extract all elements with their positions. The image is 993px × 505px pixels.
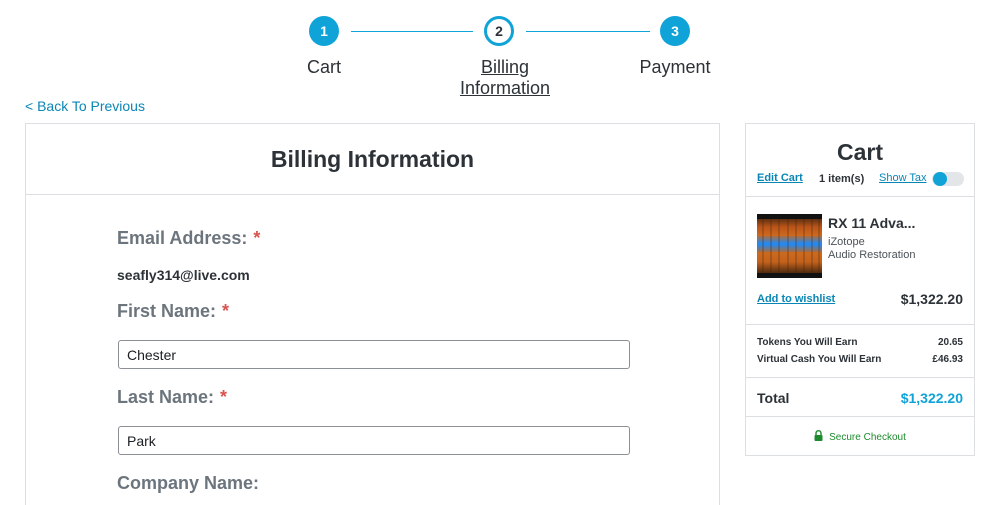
last-name-label: Last Name: * xyxy=(117,387,227,408)
company-name-label: Company Name: xyxy=(117,473,260,493)
spectrogram-image-icon xyxy=(757,214,822,278)
last-name-label-text: Last Name: xyxy=(117,387,215,407)
billing-title: Billing Information xyxy=(270,145,475,172)
item-count: 1 item(s) xyxy=(819,173,865,185)
product-price: $1,322.20 xyxy=(900,291,963,307)
email-label: Email Address: * xyxy=(117,228,260,249)
lock-icon xyxy=(814,430,823,441)
product-category: Audio Restoration xyxy=(828,249,916,261)
virtual-cash-value: £46.93 xyxy=(932,354,963,365)
email-required-mark: * xyxy=(253,228,261,248)
step-1-circle[interactable]: 1 xyxy=(309,16,339,46)
show-tax-toggle[interactable] xyxy=(932,172,964,186)
email-label-text: Email Address: xyxy=(117,228,248,248)
secure-checkout-text: Secure Checkout xyxy=(829,432,906,443)
cart-divider xyxy=(746,377,974,378)
first-name-required-mark: * xyxy=(222,301,230,321)
product-brand: iZotope xyxy=(828,236,865,248)
step-connector-1 xyxy=(351,31,473,32)
step-2-label-line1: Billing xyxy=(480,57,530,77)
add-to-wishlist-link[interactable]: Add to wishlist xyxy=(757,293,835,305)
last-name-required-mark: * xyxy=(220,387,228,407)
secure-checkout: Secure Checkout xyxy=(746,430,974,443)
first-name-input[interactable] xyxy=(118,340,630,369)
edit-cart-link[interactable]: Edit Cart xyxy=(757,172,803,184)
step-3-label: Payment xyxy=(639,57,711,77)
tokens-value: 20.65 xyxy=(937,337,963,348)
cart-summary-panel: Cart Edit Cart 1 item(s) Show Tax RX 11 … xyxy=(745,123,975,456)
cart-divider xyxy=(746,196,974,197)
back-to-previous-link[interactable]: < Back To Previous xyxy=(25,98,145,114)
email-value: seafly314@live.com xyxy=(117,267,250,283)
product-name[interactable]: RX 11 Adva... xyxy=(828,215,915,231)
cart-title: Cart xyxy=(836,139,883,165)
step-connector-2 xyxy=(526,31,650,32)
last-name-input[interactable] xyxy=(118,426,630,455)
total-value: $1,322.20 xyxy=(900,390,963,406)
tokens-label: Tokens You Will Earn xyxy=(757,337,858,348)
cart-divider xyxy=(746,324,974,325)
first-name-label-text: First Name: xyxy=(117,301,217,321)
product-thumbnail[interactable] xyxy=(757,214,822,278)
step-2-circle: 2 xyxy=(484,16,514,46)
step-1-label[interactable]: Cart xyxy=(284,57,364,78)
show-tax-link[interactable]: Show Tax xyxy=(879,172,927,184)
billing-header: Billing Information xyxy=(26,124,719,195)
checkout-stepper: 1 2 3 Cart Billing Information Payment xyxy=(0,0,993,100)
first-name-label: First Name: * xyxy=(117,301,229,322)
toggle-knob xyxy=(933,172,947,186)
step-3-circle: 3 xyxy=(660,16,690,46)
billing-information-panel: Billing Information Email Address: * seaf… xyxy=(25,123,720,505)
total-label: Total xyxy=(757,390,790,406)
virtual-cash-label: Virtual Cash You Will Earn xyxy=(757,354,882,365)
cart-divider xyxy=(746,416,974,417)
step-2-label-line2: Information xyxy=(459,78,551,98)
